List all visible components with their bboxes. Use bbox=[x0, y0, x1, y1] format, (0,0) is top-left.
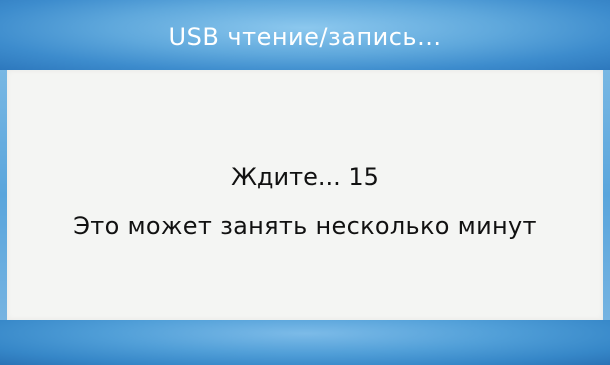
screen-title: USB чтение/запись... bbox=[168, 23, 442, 51]
message-panel: Ждите... 15 Это может занять несколько м… bbox=[7, 70, 603, 320]
right-frame-edge bbox=[603, 70, 610, 320]
countdown-value: 15 bbox=[348, 163, 379, 191]
wait-label: Ждите... bbox=[231, 163, 341, 191]
header-bar: USB чтение/запись... bbox=[0, 0, 610, 70]
left-frame-edge bbox=[0, 70, 7, 320]
wait-status-line: Ждите... 15 bbox=[7, 162, 603, 192]
usb-progress-screen: USB чтение/запись... Ждите... 15 Это мож… bbox=[0, 0, 610, 365]
status-message: Это может занять несколько минут bbox=[73, 212, 537, 240]
footer-bar bbox=[0, 320, 610, 365]
